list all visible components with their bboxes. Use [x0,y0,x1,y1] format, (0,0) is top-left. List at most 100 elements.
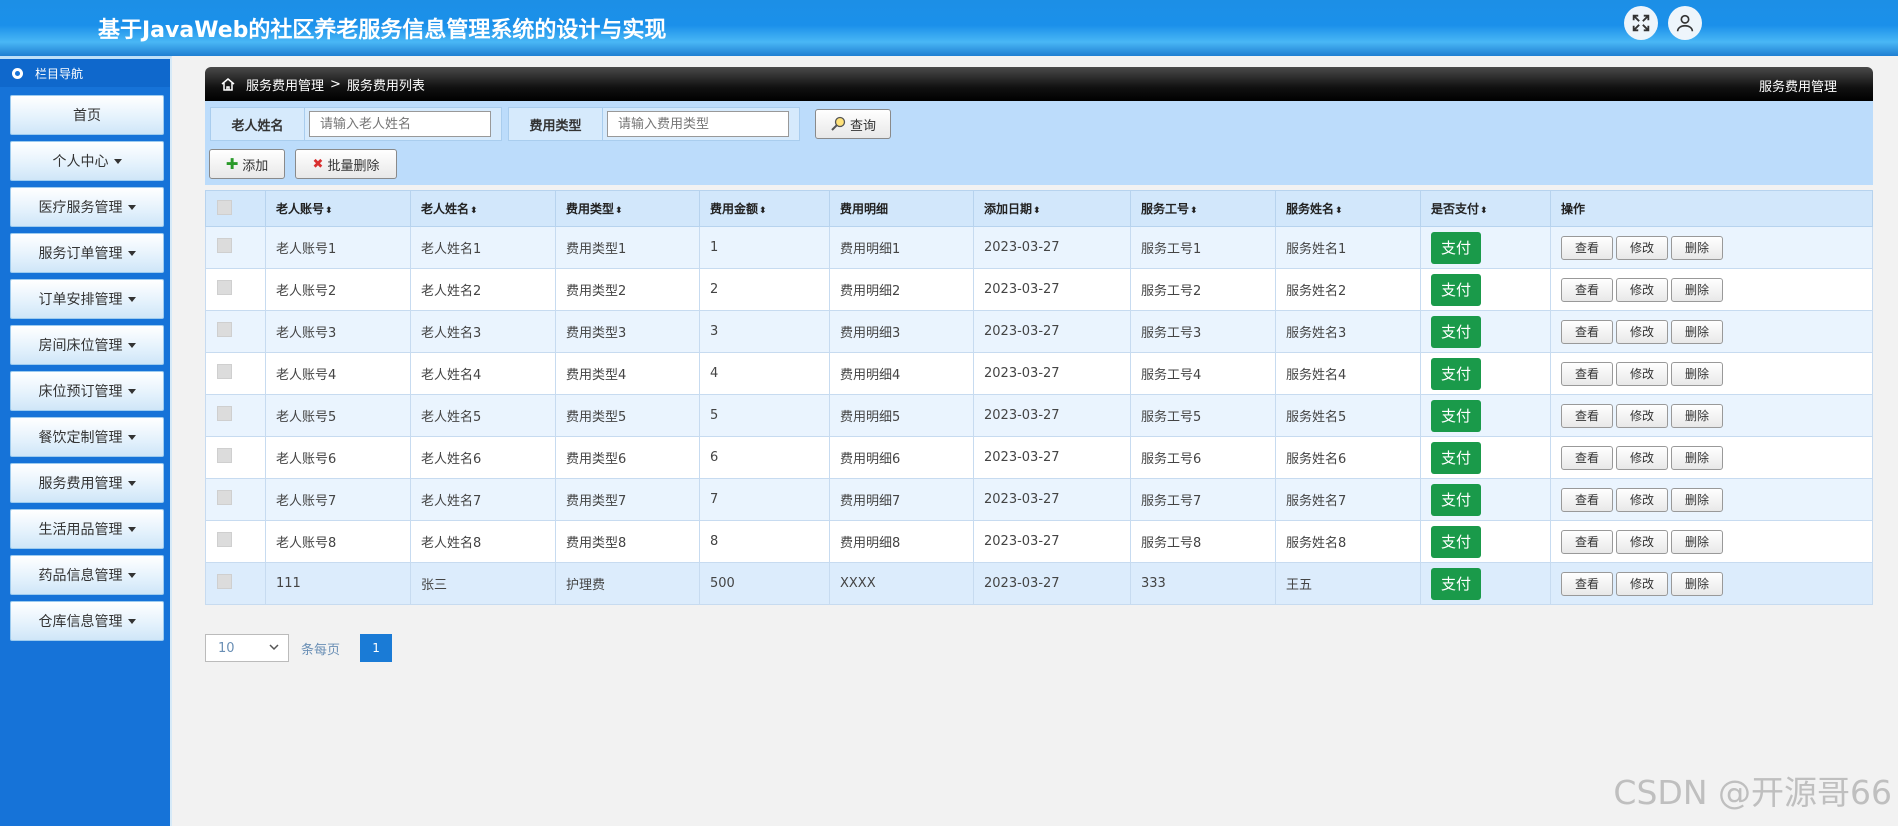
row-checkbox[interactable] [217,532,232,547]
breadcrumb-part1[interactable]: 服务费用管理 [246,75,324,94]
view-button[interactable]: 查看 [1561,445,1613,470]
row-select-cell [205,226,266,269]
delete-button[interactable]: 删除 [1671,319,1723,344]
sidebar-item[interactable]: 医疗服务管理 [10,187,164,227]
table-cell: 8 [699,520,830,563]
home-icon[interactable] [220,76,236,92]
user-icon[interactable] [1668,6,1702,40]
view-button[interactable]: 查看 [1561,277,1613,302]
table-cell: 2023-03-27 [973,310,1131,353]
type-search-input[interactable] [607,111,789,137]
edit-button[interactable]: 修改 [1616,571,1668,596]
table-cell: 服务工号7 [1130,478,1276,521]
edit-button[interactable]: 修改 [1616,403,1668,428]
pay-button[interactable]: 支付 [1431,231,1481,264]
sidebar-item-label: 餐饮定制管理 [38,430,123,446]
view-button[interactable]: 查看 [1561,319,1613,344]
view-button[interactable]: 查看 [1561,235,1613,260]
fullscreen-icon[interactable] [1624,6,1658,40]
delete-button[interactable]: 删除 [1671,277,1723,302]
sidebar-item[interactable]: 服务订单管理 [10,233,164,273]
row-checkbox[interactable] [217,406,232,421]
pay-button[interactable]: 支付 [1431,357,1481,390]
delete-button[interactable]: 删除 [1671,445,1723,470]
row-checkbox[interactable] [217,238,232,253]
row-checkbox[interactable] [217,448,232,463]
column-header[interactable]: 费用金额⬍ [699,190,830,227]
add-button[interactable]: ✚ 添加 [209,149,285,179]
sort-icon[interactable]: ⬍ [615,206,623,216]
column-header[interactable]: 老人账号⬍ [265,190,411,227]
sort-icon[interactable]: ⬍ [1480,206,1488,216]
sidebar-item[interactable]: 服务费用管理 [10,463,164,503]
view-button[interactable]: 查看 [1561,571,1613,596]
row-checkbox[interactable] [217,280,232,295]
table-row: 老人账号5 老人姓名5 费用类型5 5 费用明细5 2023-03-27 服务工号5 服务姓名… [205,394,1873,437]
row-checkbox[interactable] [217,322,232,337]
sort-icon[interactable]: ⬍ [1335,206,1343,216]
sidebar-item[interactable]: 餐饮定制管理 [10,417,164,457]
pay-button[interactable]: 支付 [1431,525,1481,558]
pay-button[interactable]: 支付 [1431,483,1481,516]
view-button[interactable]: 查看 [1561,529,1613,554]
sort-icon[interactable]: ⬍ [759,206,767,216]
sidebar-item[interactable]: 药品信息管理 [10,555,164,595]
batch-delete-button[interactable]: ✖ 批量删除 [295,149,397,179]
sidebar-item[interactable]: 床位预订管理 [10,371,164,411]
edit-button[interactable]: 修改 [1616,235,1668,260]
sort-icon[interactable]: ⬍ [470,206,478,216]
table-cell: 2 [699,268,830,311]
delete-button[interactable]: 删除 [1671,361,1723,386]
view-button[interactable]: 查看 [1561,403,1613,428]
column-header[interactable]: 服务工号⬍ [1130,190,1276,227]
sidebar-item[interactable]: 房间床位管理 [10,325,164,365]
pay-button[interactable]: 支付 [1431,273,1481,306]
edit-button[interactable]: 修改 [1616,445,1668,470]
column-header[interactable]: 服务姓名⬍ [1275,190,1421,227]
table-cell: 老人账号8 [265,520,411,563]
column-header[interactable]: 添加日期⬍ [973,190,1131,227]
actions-cell: 查看 修改 删除 [1550,478,1873,521]
view-button[interactable]: 查看 [1561,487,1613,512]
actions-cell: 查看 修改 删除 [1550,394,1873,437]
view-button[interactable]: 查看 [1561,361,1613,386]
row-checkbox[interactable] [217,574,232,589]
sidebar-item[interactable]: 生活用品管理 [10,509,164,549]
sidebar-item[interactable]: 订单安排管理 [10,279,164,319]
select-all-checkbox[interactable] [217,199,232,215]
column-header-label: 费用类型 [566,202,615,216]
caret-down-icon [127,480,136,486]
edit-button[interactable]: 修改 [1616,319,1668,344]
edit-button[interactable]: 修改 [1616,487,1668,512]
sidebar-item[interactable]: 仓库信息管理 [10,601,164,641]
sidebar-item[interactable]: 个人中心 [10,141,164,181]
page-button-current[interactable]: 1 [360,634,393,662]
column-header[interactable]: 老人姓名⬍ [410,190,556,227]
pay-cell: 支付 [1420,478,1551,521]
sort-icon[interactable]: ⬍ [1033,206,1041,216]
delete-button[interactable]: 删除 [1671,235,1723,260]
table-cell: 服务姓名2 [1275,268,1421,311]
name-search-input[interactable] [309,111,491,137]
column-header[interactable]: 是否支付⬍ [1420,190,1551,227]
delete-button[interactable]: 删除 [1671,529,1723,554]
pay-button[interactable]: 支付 [1431,441,1481,474]
edit-button[interactable]: 修改 [1616,529,1668,554]
edit-button[interactable]: 修改 [1616,277,1668,302]
delete-button[interactable]: 删除 [1671,487,1723,512]
pay-button[interactable]: 支付 [1431,567,1481,600]
delete-button[interactable]: 删除 [1671,403,1723,428]
column-header[interactable]: 费用类型⬍ [555,190,700,227]
pay-button[interactable]: 支付 [1431,315,1481,348]
sidebar-item[interactable]: 首页 [10,95,164,135]
row-checkbox[interactable] [217,490,232,505]
query-button[interactable]: 查询 [815,109,891,139]
edit-button[interactable]: 修改 [1616,361,1668,386]
table-cell: 服务工号8 [1130,520,1276,563]
sort-icon[interactable]: ⬍ [1190,206,1198,216]
sort-icon[interactable]: ⬍ [325,206,333,216]
row-checkbox[interactable] [217,364,232,379]
delete-button[interactable]: 删除 [1671,571,1723,596]
pay-button[interactable]: 支付 [1431,399,1481,432]
page-size-select[interactable]: 10 [205,634,289,662]
